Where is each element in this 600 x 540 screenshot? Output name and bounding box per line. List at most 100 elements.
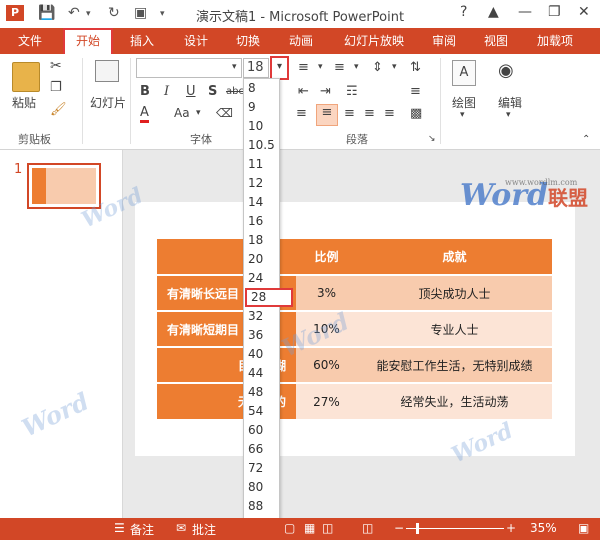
- font-size-option[interactable]: 54: [244, 402, 279, 421]
- line-spacing-dropdown-icon[interactable]: ▾: [392, 62, 397, 72]
- shadow-button[interactable]: S: [208, 84, 217, 99]
- font-size-option[interactable]: 12: [244, 174, 279, 193]
- tab-addins[interactable]: 加载项: [530, 28, 580, 54]
- zoom-out-button[interactable]: −: [394, 521, 404, 535]
- paste-label[interactable]: 粘贴: [12, 94, 36, 111]
- table-cell: 10%: [296, 310, 357, 347]
- align-text-icon[interactable]: ≡: [410, 84, 421, 99]
- increase-indent-icon[interactable]: ⇥: [320, 84, 331, 99]
- font-size-option[interactable]: 44: [244, 364, 279, 383]
- font-size-option[interactable]: 72: [244, 459, 279, 478]
- drawing-dropdown-icon[interactable]: ▾: [460, 110, 465, 120]
- decrease-indent-icon[interactable]: ⇤: [298, 84, 309, 99]
- font-size-option[interactable]: 24: [244, 269, 279, 288]
- collapse-ribbon-icon[interactable]: ⌃: [582, 134, 590, 145]
- reading-view-icon[interactable]: ◫: [322, 521, 333, 535]
- slide-sorter-icon[interactable]: ▦: [304, 521, 315, 535]
- copy-icon[interactable]: ❐: [50, 80, 62, 95]
- zoom-level[interactable]: 35%: [530, 521, 557, 535]
- align-right-icon[interactable]: ≡: [344, 106, 355, 121]
- tab-transitions[interactable]: 切换: [228, 28, 268, 54]
- change-case-dropdown-icon[interactable]: ▾: [196, 108, 201, 118]
- font-size-option[interactable]: 9: [244, 98, 279, 117]
- numbering-dropdown-icon[interactable]: ▾: [354, 62, 359, 72]
- minimize-icon[interactable]: —: [518, 4, 532, 20]
- text-direction-icon[interactable]: ⇅: [410, 60, 421, 75]
- numbering-icon[interactable]: ≡: [334, 60, 345, 75]
- font-size-option[interactable]: 11: [244, 155, 279, 174]
- clear-formatting-icon[interactable]: ⌫: [216, 106, 233, 120]
- font-size-option[interactable]: 66: [244, 440, 279, 459]
- tab-home[interactable]: 开始: [63, 28, 113, 54]
- bold-button[interactable]: B: [140, 84, 150, 99]
- comments-button[interactable]: 批注: [192, 521, 216, 538]
- font-size-option[interactable]: 14: [244, 193, 279, 212]
- tab-view[interactable]: 视图: [476, 28, 516, 54]
- slide-table[interactable]: 比例 成就 有清晰长远目 3% 顶尖成功人士 有清晰短期目 10% 专业人士 目…: [157, 239, 552, 419]
- slide-show-icon[interactable]: ◫: [362, 521, 373, 535]
- font-name-dropdown-icon[interactable]: ▾: [232, 62, 237, 72]
- restore-icon[interactable]: ❐: [548, 4, 561, 20]
- find-binoculars-icon[interactable]: ◉: [498, 60, 514, 81]
- paste-icon[interactable]: [12, 62, 40, 92]
- tab-slide-show[interactable]: 幻灯片放映: [336, 28, 412, 54]
- fit-to-window-icon[interactable]: ▣: [578, 521, 589, 535]
- distributed-icon[interactable]: ≡: [384, 106, 395, 121]
- underline-button[interactable]: U: [186, 84, 196, 99]
- help-icon[interactable]: ?: [460, 4, 467, 20]
- font-size-option[interactable]: 16: [244, 212, 279, 231]
- ribbon-display-options-icon[interactable]: ▲: [488, 4, 499, 20]
- zoom-in-button[interactable]: +: [506, 521, 516, 535]
- font-size-option[interactable]: 20: [244, 250, 279, 269]
- columns-icon[interactable]: ☶: [346, 84, 358, 99]
- slide-thumbnail[interactable]: [27, 163, 101, 209]
- notes-button[interactable]: 备注: [130, 521, 154, 538]
- bullets-dropdown-icon[interactable]: ▾: [318, 62, 323, 72]
- notes-icon[interactable]: ☰: [114, 521, 125, 535]
- font-size-option[interactable]: 10.5: [244, 136, 279, 155]
- normal-view-icon[interactable]: ▢: [284, 521, 295, 535]
- line-spacing-icon[interactable]: ⇕: [372, 60, 383, 75]
- close-icon[interactable]: ✕: [578, 4, 590, 20]
- tab-review[interactable]: 审阅: [424, 28, 464, 54]
- font-name-input[interactable]: [136, 58, 242, 78]
- comments-icon[interactable]: ✉: [176, 521, 186, 535]
- zoom-slider[interactable]: [406, 528, 504, 529]
- tab-file[interactable]: 文件: [10, 28, 50, 54]
- font-size-input[interactable]: 18: [243, 58, 269, 78]
- editing-label[interactable]: 编辑: [498, 94, 522, 111]
- slides-label[interactable]: 幻灯片: [90, 94, 126, 111]
- tab-design[interactable]: 设计: [176, 28, 216, 54]
- font-size-option[interactable]: 32: [244, 307, 279, 326]
- italic-button[interactable]: I: [164, 84, 169, 99]
- font-size-option-selected[interactable]: 28: [245, 288, 293, 307]
- align-center-icon[interactable]: ≡: [316, 104, 338, 126]
- smartart-icon[interactable]: ▩: [410, 106, 422, 121]
- align-left-icon[interactable]: ≡: [296, 106, 307, 121]
- bullets-icon[interactable]: ≡: [298, 60, 309, 75]
- editing-dropdown-icon[interactable]: ▾: [506, 110, 511, 120]
- font-size-option[interactable]: 10: [244, 117, 279, 136]
- font-size-option[interactable]: 8: [244, 79, 279, 98]
- font-size-dropdown-button[interactable]: ▾: [270, 56, 289, 80]
- zoom-slider-thumb[interactable]: [416, 523, 419, 534]
- tab-animations[interactable]: 动画: [281, 28, 321, 54]
- cut-icon[interactable]: ✂: [50, 58, 62, 74]
- strikethrough-button[interactable]: abc: [226, 86, 244, 97]
- format-painter-icon[interactable]: 🖌: [50, 102, 67, 117]
- font-size-option[interactable]: 80: [244, 478, 279, 497]
- font-size-option[interactable]: 40: [244, 345, 279, 364]
- shapes-icon[interactable]: A: [452, 60, 476, 86]
- drawing-label[interactable]: 绘图: [452, 94, 476, 111]
- new-slide-icon[interactable]: [95, 60, 119, 82]
- font-color-button[interactable]: A: [140, 106, 149, 123]
- font-size-option[interactable]: 36: [244, 326, 279, 345]
- justify-icon[interactable]: ≡: [364, 106, 375, 121]
- paragraph-launcher-icon[interactable]: ↘: [428, 134, 436, 144]
- font-size-option[interactable]: 60: [244, 421, 279, 440]
- tab-insert[interactable]: 插入: [122, 28, 162, 54]
- font-size-option[interactable]: 48: [244, 383, 279, 402]
- change-case-button[interactable]: Aa: [174, 106, 190, 120]
- font-size-option[interactable]: 88: [244, 497, 279, 516]
- font-size-option[interactable]: 18: [244, 231, 279, 250]
